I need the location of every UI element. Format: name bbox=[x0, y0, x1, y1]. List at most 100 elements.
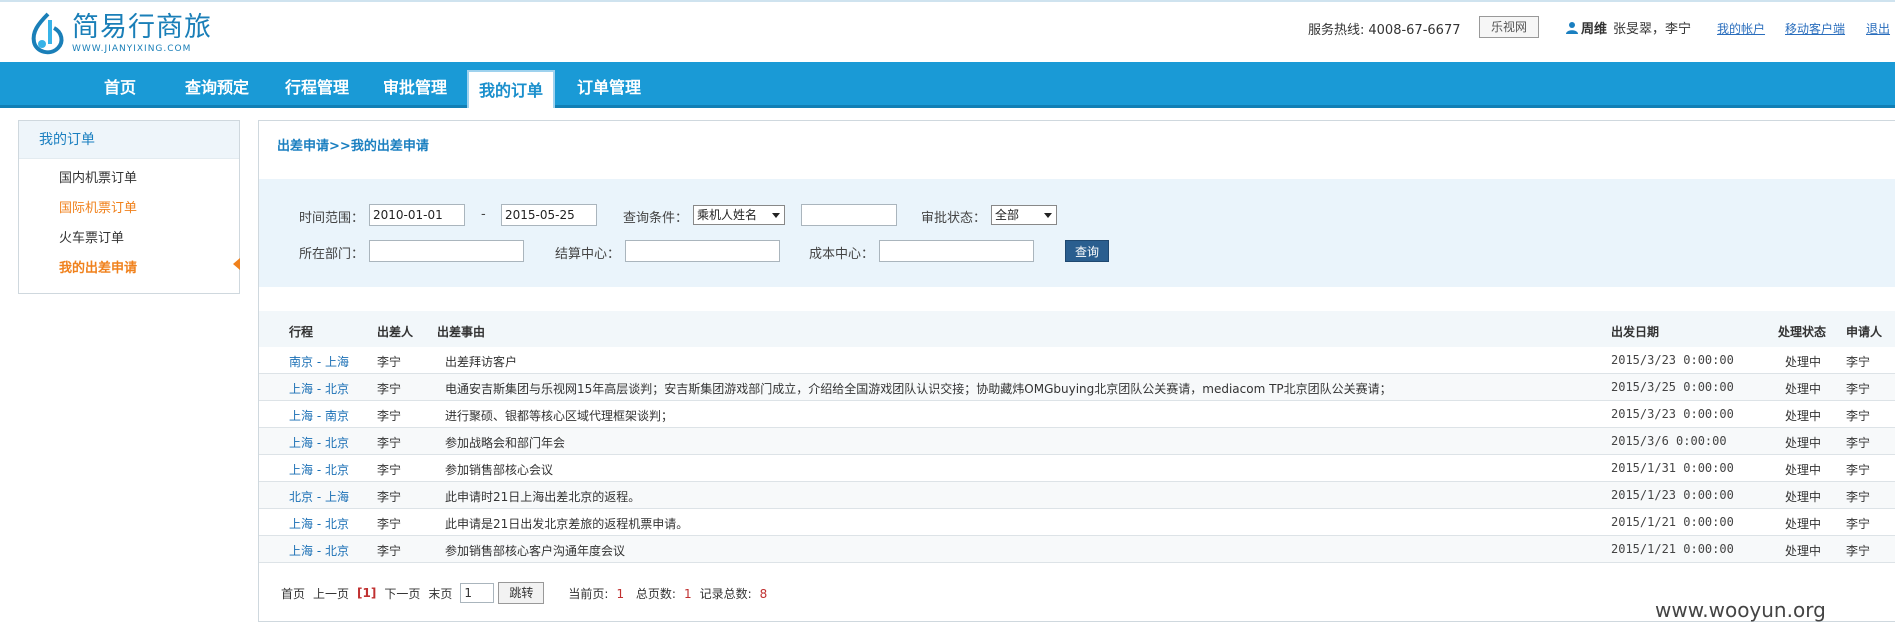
approval-status-value: 全部 bbox=[995, 208, 1020, 222]
nav-order-manage[interactable]: 订单管理 bbox=[574, 62, 644, 108]
table-row: 北京 - 上海 李宁 此申请时21日上海出差北京的返程。 2015/1/23 0… bbox=[259, 482, 1895, 509]
reason-cell: 参加销售部核心客户沟通年度会议 bbox=[445, 544, 626, 558]
cost-center-input[interactable] bbox=[879, 240, 1034, 262]
approval-status-select[interactable]: 全部 bbox=[991, 205, 1057, 225]
date-cell: 2015/1/23 0:00:00 bbox=[1611, 488, 1734, 502]
route-link[interactable]: 上海 - 北京 bbox=[289, 434, 349, 451]
logout-link[interactable]: 退出 bbox=[1866, 20, 1890, 37]
reason-cell: 参加销售部核心会议 bbox=[445, 463, 554, 477]
table-row: 上海 - 北京 李宁 参加战略会和部门年会 2015/3/6 0:00:00 处… bbox=[259, 428, 1895, 455]
route-link[interactable]: 上海 - 南京 bbox=[289, 407, 349, 424]
logo[interactable]: 简易行商旅 WWW.JIANYIXING.COM bbox=[28, 10, 212, 58]
traveler-cell: 李宁 bbox=[377, 544, 402, 558]
query-keyword-input[interactable] bbox=[801, 204, 897, 226]
approval-status-label: 审批状态： bbox=[921, 211, 987, 226]
current-page-info: 当前页: 1 总页数: 1 记录总数: 8 bbox=[568, 585, 775, 602]
applicant-cell: 李宁 bbox=[1846, 355, 1871, 369]
total-pages-label: 总页数: bbox=[635, 586, 676, 601]
sidebar-item-domestic-flight[interactable]: 国内机票订单 bbox=[59, 167, 137, 186]
main-panel: 出差申请>>我的出差申请 时间范围： 2010-01-01 - 2015-05-… bbox=[258, 120, 1895, 622]
query-condition-label: 查询条件： bbox=[623, 211, 689, 226]
date-cell: 2015/1/21 0:00:00 bbox=[1611, 515, 1734, 529]
status-cell: 处理中 bbox=[1785, 436, 1822, 450]
applicant-cell: 李宁 bbox=[1846, 490, 1871, 504]
reason-cell: 此申请是21日出发北京差旅的返程机票申请。 bbox=[445, 517, 689, 531]
applicant-cell: 李宁 bbox=[1846, 544, 1871, 558]
nav-search-book[interactable]: 查询预定 bbox=[182, 62, 252, 108]
route-link[interactable]: 南京 - 上海 bbox=[289, 353, 349, 370]
query-button[interactable]: 查询 bbox=[1065, 240, 1109, 262]
date-to-input[interactable]: 2015-05-25 bbox=[501, 204, 597, 226]
settlement-center-input[interactable] bbox=[625, 240, 780, 262]
status-cell: 处理中 bbox=[1785, 355, 1822, 369]
nav-my-orders[interactable]: 我的订单 bbox=[467, 70, 555, 108]
pager-first[interactable]: 首页 bbox=[281, 585, 305, 602]
pager-next[interactable]: 下一页 bbox=[384, 585, 420, 602]
pager: 首页 上一页 [1] 下一页 末页 1 跳转 当前页: 1 总页数: 1 记录总数: 8 bbox=[281, 582, 775, 604]
sidebar-item-train[interactable]: 火车票订单 bbox=[59, 227, 124, 246]
reason-cell: 出差拜访客户 bbox=[445, 355, 518, 369]
th-route: 行程 bbox=[289, 325, 314, 339]
nav-trip-manage[interactable]: 行程管理 bbox=[282, 62, 352, 108]
page-number-input[interactable]: 1 bbox=[460, 583, 495, 603]
route-link[interactable]: 上海 - 北京 bbox=[289, 542, 349, 559]
partner-button[interactable]: 乐视网 bbox=[1479, 16, 1539, 38]
query-condition-select[interactable]: 乘机人姓名 bbox=[693, 205, 785, 225]
date-from-input[interactable]: 2010-01-01 bbox=[369, 204, 465, 226]
route-link[interactable]: 上海 - 北京 bbox=[289, 515, 349, 532]
traveler-cell: 李宁 bbox=[377, 463, 402, 477]
th-status: 处理状态 bbox=[1778, 325, 1827, 339]
traveler-cell: 李宁 bbox=[377, 436, 402, 450]
route-link[interactable]: 北京 - 上海 bbox=[289, 488, 349, 505]
sidebar-item-intl-flight[interactable]: 国际机票订单 bbox=[59, 197, 137, 216]
jump-button[interactable]: 跳转 bbox=[498, 582, 545, 604]
date-dash: - bbox=[481, 207, 486, 222]
department-input[interactable] bbox=[369, 240, 524, 262]
applicant-cell: 李宁 bbox=[1846, 409, 1871, 423]
logo-icon bbox=[31, 12, 64, 55]
status-cell: 处理中 bbox=[1785, 463, 1822, 477]
filter-panel bbox=[259, 179, 1895, 287]
my-account-link[interactable]: 我的帐户 bbox=[1717, 20, 1765, 37]
status-cell: 处理中 bbox=[1785, 490, 1822, 504]
user-info: 周维 张旻翠，李宁 bbox=[1566, 18, 1691, 37]
reason-cell: 此申请时21日上海出差北京的返程。 bbox=[445, 490, 641, 504]
applicant-cell: 李宁 bbox=[1846, 463, 1871, 477]
date-cell: 2015/3/25 0:00:00 bbox=[1611, 380, 1734, 394]
hotline: 服务热线: 4008-67-6677 bbox=[1308, 19, 1460, 38]
pager-last[interactable]: 末页 bbox=[428, 585, 452, 602]
table-row: 上海 - 南京 李宁 进行聚硕、银都等核心区域代理框架谈判； 2015/3/23… bbox=[259, 401, 1895, 428]
date-cell: 2015/1/21 0:00:00 bbox=[1611, 542, 1734, 556]
reason-cell: 电通安吉斯集团与乐视网15年高层谈判；安吉斯集团游戏部门成立，介绍给全国游戏团队… bbox=[445, 382, 1392, 396]
main-nav: 首页 查询预定 行程管理 审批管理 我的订单 订单管理 bbox=[0, 62, 1895, 108]
breadcrumb-parent[interactable]: 出差申请 bbox=[277, 139, 329, 154]
th-traveler: 出差人 bbox=[377, 325, 414, 339]
pager-current: [1] bbox=[357, 586, 377, 600]
table-row: 上海 - 北京 李宁 电通安吉斯集团与乐视网15年高层谈判；安吉斯集团游戏部门成… bbox=[259, 374, 1895, 401]
nav-home[interactable]: 首页 bbox=[98, 62, 142, 108]
pager-prev[interactable]: 上一页 bbox=[313, 585, 349, 602]
chevron-down-icon bbox=[1044, 213, 1052, 218]
sidebar-item-my-trip-request[interactable]: 我的出差申请 bbox=[59, 257, 137, 276]
breadcrumb: 出差申请>>我的出差申请 bbox=[277, 135, 429, 154]
table-row: 上海 - 北京 李宁 此申请是21日出发北京差旅的返程机票申请。 2015/1/… bbox=[259, 509, 1895, 536]
route-link[interactable]: 上海 - 北京 bbox=[289, 461, 349, 478]
watermark: www.wooyun.org bbox=[1655, 598, 1826, 622]
current-page-label: 当前页: bbox=[568, 586, 609, 601]
reason-cell: 参加战略会和部门年会 bbox=[445, 436, 566, 450]
route-link[interactable]: 上海 - 北京 bbox=[289, 380, 349, 397]
cost-center-label: 成本中心： bbox=[809, 247, 875, 262]
traveler-cell: 李宁 bbox=[377, 490, 402, 504]
table-row: 上海 - 北京 李宁 参加销售部核心会议 2015/1/31 0:00:00 处… bbox=[259, 455, 1895, 482]
user-name: 周维 bbox=[1581, 22, 1608, 37]
settlement-center-label: 结算中心： bbox=[555, 247, 621, 262]
logo-cn-text: 简易行商旅 bbox=[72, 12, 212, 43]
table-header: 行程 出差人 出差事由 出发日期 处理状态 申请人 bbox=[259, 311, 1895, 347]
sidebar-title: 我的订单 bbox=[19, 121, 239, 159]
total-records-value: 8 bbox=[759, 586, 768, 601]
active-arrow-icon bbox=[233, 258, 240, 270]
mobile-client-link[interactable]: 移动客户端 bbox=[1785, 20, 1845, 37]
nav-approval-manage[interactable]: 审批管理 bbox=[380, 62, 450, 108]
chevron-down-icon bbox=[772, 213, 780, 218]
time-range-label: 时间范围： bbox=[299, 211, 365, 226]
